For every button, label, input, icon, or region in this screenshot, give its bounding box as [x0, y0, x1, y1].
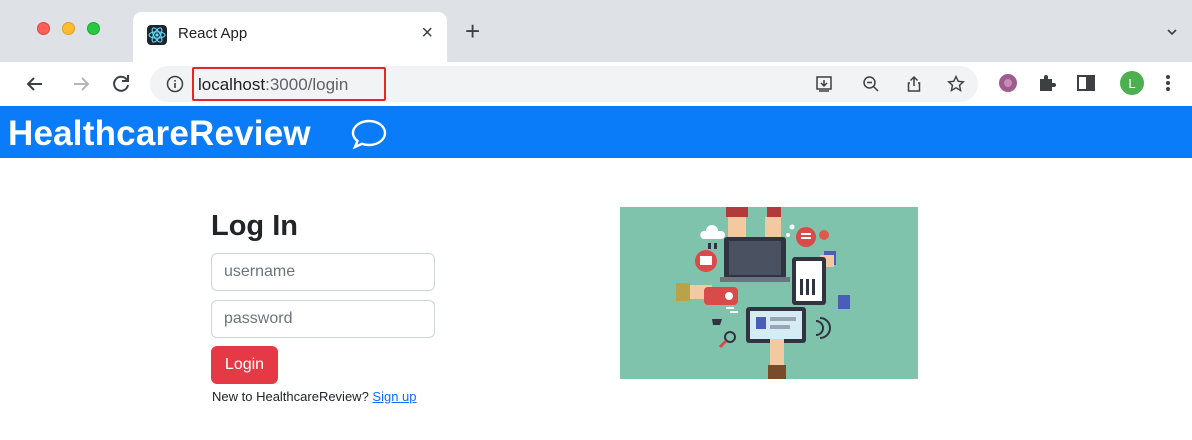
- new-tab-button[interactable]: +: [465, 18, 480, 44]
- puzzle-extensions-icon[interactable]: [1036, 72, 1058, 94]
- connected-devices-illustration: [620, 207, 918, 379]
- install-app-icon[interactable]: [815, 75, 833, 93]
- login-button[interactable]: Login: [211, 346, 278, 384]
- browser-toolbar: localhost:3000/login L: [0, 62, 1192, 106]
- bookmark-star-icon[interactable]: [947, 75, 965, 93]
- back-arrow-icon[interactable]: [22, 71, 48, 97]
- url-host: localhost: [198, 75, 266, 94]
- address-bar[interactable]: localhost:3000/login: [150, 66, 978, 102]
- svg-text:L: L: [1128, 76, 1135, 91]
- forward-arrow-icon[interactable]: [68, 71, 94, 97]
- browser-tab-strip: React App × +: [0, 0, 1192, 62]
- share-icon[interactable]: [905, 75, 923, 93]
- info-icon[interactable]: [166, 75, 184, 93]
- minimize-window-button[interactable]: [62, 22, 75, 35]
- zoom-out-icon[interactable]: [862, 75, 880, 93]
- react-logo-icon: [147, 25, 167, 45]
- signup-prompt: New to HealthcareReview? Sign up: [212, 389, 417, 404]
- brand-title[interactable]: HealthcareReview: [8, 115, 311, 153]
- profile-avatar[interactable]: L: [1120, 71, 1144, 95]
- login-title: Log In: [211, 210, 298, 242]
- app-navbar: HealthcareReview: [0, 106, 1192, 158]
- side-panel-icon[interactable]: [1075, 72, 1097, 94]
- signup-prompt-text: New to HealthcareReview?: [212, 389, 369, 404]
- password-input[interactable]: [211, 300, 435, 338]
- illustration-graphic: [676, 207, 850, 379]
- chevron-down-icon[interactable]: [1166, 26, 1178, 38]
- close-window-button[interactable]: [37, 22, 50, 35]
- tab-close-icon[interactable]: ×: [421, 23, 433, 43]
- browser-tab[interactable]: React App ×: [133, 12, 447, 62]
- kebab-menu-icon[interactable]: [1163, 72, 1173, 94]
- signup-link[interactable]: Sign up: [372, 389, 416, 404]
- tab-title: React App: [178, 25, 248, 42]
- url-text[interactable]: localhost:3000/login: [198, 75, 348, 95]
- url-path: :3000/login: [265, 75, 349, 94]
- speech-bubble-icon: [351, 119, 387, 150]
- maximize-window-button[interactable]: [87, 22, 100, 35]
- username-input[interactable]: [211, 253, 435, 291]
- extension-icon[interactable]: [997, 72, 1019, 94]
- reload-icon[interactable]: [108, 71, 134, 97]
